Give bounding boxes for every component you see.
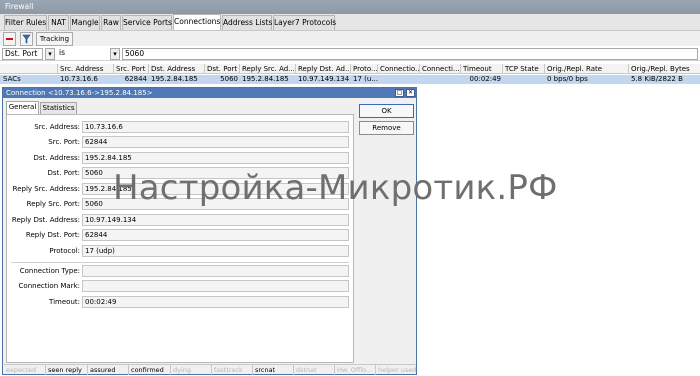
- column-dst-address[interactable]: Dst. Address: [149, 64, 205, 74]
- cell-tcp-state: [503, 75, 545, 84]
- cell-bytes: 5.8 KiB/2822 B: [631, 75, 683, 83]
- cell-src-address: 10.73.16.6: [60, 75, 98, 83]
- status-dying: dying: [171, 365, 212, 375]
- column-bytes[interactable]: Orig./Repl. Bytes: [629, 64, 700, 74]
- cell-reply-dst-address: 10.97.149.134: [298, 75, 350, 83]
- cell-rate: 0 bps/0 bps: [547, 75, 588, 83]
- tab-general[interactable]: General: [6, 101, 39, 114]
- filter-bar: Dst. Port ▾ is ▾ 5060: [0, 47, 700, 61]
- column-protocol[interactable]: Proto...: [351, 64, 378, 74]
- status-dstnat: dstnat: [294, 365, 335, 375]
- column-src-address[interactable]: Src. Address: [58, 64, 114, 74]
- tab-connections[interactable]: Connections: [173, 14, 221, 30]
- table-row[interactable]: SACs 10.73.16.6 62844 195.2.84.185 5060 …: [0, 75, 700, 84]
- src-address-label: Src. Address:: [34, 123, 80, 131]
- column-tcp-state[interactable]: TCP State: [503, 64, 545, 74]
- reply-dst-address-label: Reply Dst. Address:: [11, 216, 80, 224]
- timeout-field[interactable]: 00:02:49: [82, 296, 349, 308]
- filter-button[interactable]: [20, 32, 33, 46]
- status-confirmed: confirmed: [129, 365, 171, 375]
- column-flags[interactable]: [0, 64, 58, 74]
- connection-type-field[interactable]: [82, 265, 349, 277]
- tab-statistics[interactable]: Statistics: [40, 102, 77, 114]
- column-connection-mark[interactable]: Connecti...: [420, 64, 461, 74]
- divider: [11, 262, 349, 263]
- remove-button[interactable]: [3, 32, 16, 46]
- dst-address-field[interactable]: 195.2.84.185: [82, 152, 349, 164]
- watermark-text: Настройка-Микротик.РФ: [113, 168, 558, 208]
- tracking-button[interactable]: Tracking: [36, 32, 73, 46]
- status-srcnat: srcnat: [253, 365, 294, 375]
- toolbar: Tracking: [0, 30, 700, 46]
- dialog-titlebar: Connection <10.73.16.6->195.2.84.185> □ …: [3, 88, 416, 98]
- cell-connection-mark: [420, 75, 461, 84]
- remove-connection-button[interactable]: Remove: [359, 121, 414, 135]
- reply-dst-port-label: Reply Dst. Port:: [25, 231, 80, 239]
- filter-field-select[interactable]: Dst. Port: [2, 48, 43, 60]
- window-titlebar: Firewall: [0, 0, 700, 14]
- connection-mark-field[interactable]: [82, 280, 349, 292]
- reply-src-address-label: Reply Src. Address:: [12, 185, 80, 193]
- reply-dst-port-field[interactable]: 62844: [82, 229, 349, 241]
- status-assured: assured: [88, 365, 129, 375]
- connection-dialog: Connection <10.73.16.6->195.2.84.185> □ …: [2, 87, 417, 375]
- cell-connection-type: [378, 75, 420, 84]
- ok-button[interactable]: OK: [359, 104, 414, 118]
- cell-dst-address: 195.2.84.185: [151, 75, 198, 83]
- filter-icon: [22, 34, 31, 44]
- dst-port-label: Dst. Port:: [47, 169, 80, 177]
- tab-layer7-protocols[interactable]: Layer7 Protocols: [273, 15, 336, 30]
- status-bar: expected seen reply assured confirmed dy…: [4, 364, 416, 375]
- filter-operator[interactable]: is: [57, 48, 107, 60]
- cell-src-port: 62844: [124, 75, 147, 83]
- column-timeout[interactable]: Timeout: [461, 64, 503, 74]
- protocol-field[interactable]: 17 (udp): [82, 245, 349, 257]
- status-seen-reply: seen reply: [46, 365, 88, 375]
- status-expected: expected: [4, 365, 46, 375]
- table-header: Src. Address Src. Port Dst. Address Dst.…: [0, 64, 700, 74]
- chevron-down-icon[interactable]: ▾: [110, 48, 120, 60]
- window-title: Firewall: [5, 2, 34, 11]
- reply-dst-address-field[interactable]: 10.97.149.134: [82, 214, 349, 226]
- protocol-label: Protocol:: [49, 247, 80, 255]
- minus-icon: [6, 38, 13, 40]
- connection-type-label: Connection Type:: [19, 267, 80, 275]
- tab-bar: Filter Rules NAT Mangle Raw Service Port…: [0, 14, 700, 30]
- column-reply-src-address[interactable]: Reply Src. Ad...: [240, 64, 296, 74]
- cell-dst-port: 5060: [220, 75, 238, 83]
- src-address-field[interactable]: 10.73.16.6: [82, 121, 349, 133]
- src-port-label: Src. Port:: [48, 138, 80, 146]
- cell-protocol: 17 (u...: [353, 75, 378, 83]
- cell-timeout: 00:02:49: [469, 75, 501, 83]
- general-panel: Src. Address: 10.73.16.6 Src. Port: 6284…: [6, 114, 354, 363]
- status-fasttrack: fasttrack: [212, 365, 253, 375]
- column-src-port[interactable]: Src. Port: [114, 64, 149, 74]
- column-connection-type[interactable]: Connectio...: [378, 64, 420, 74]
- filter-value-input[interactable]: 5060: [122, 48, 698, 60]
- close-icon[interactable]: ✕: [406, 89, 415, 97]
- connection-mark-label: Connection Mark:: [18, 282, 80, 290]
- tab-raw[interactable]: Raw: [101, 15, 121, 30]
- dialog-title: Connection <10.73.16.6->195.2.84.185>: [6, 89, 153, 97]
- status-helper-used: helper used: [378, 366, 416, 374]
- tab-nat[interactable]: NAT: [48, 15, 69, 30]
- status-hw-offload: Hw. Offlo...: [335, 365, 376, 375]
- tab-address-lists[interactable]: Address Lists: [222, 15, 272, 30]
- maximize-icon[interactable]: □: [395, 89, 404, 97]
- reply-src-port-label: Reply Src. Port:: [26, 200, 80, 208]
- column-rate[interactable]: Orig./Repl. Rate: [545, 64, 629, 74]
- timeout-label: Timeout:: [49, 298, 80, 306]
- tab-service-ports[interactable]: Service Ports: [122, 15, 172, 30]
- cell-reply-src-address: 195.2.84.185: [242, 75, 289, 83]
- src-port-field[interactable]: 62844: [82, 136, 349, 148]
- column-reply-dst-address[interactable]: Reply Dst. Ad...: [296, 64, 351, 74]
- tab-mangle[interactable]: Mangle: [70, 15, 100, 30]
- dst-address-label: Dst. Address:: [33, 154, 80, 162]
- chevron-down-icon[interactable]: ▾: [45, 48, 55, 60]
- row-flags: SACs: [3, 75, 21, 83]
- tab-filter-rules[interactable]: Filter Rules: [4, 15, 47, 30]
- column-dst-port[interactable]: Dst. Port: [205, 64, 240, 74]
